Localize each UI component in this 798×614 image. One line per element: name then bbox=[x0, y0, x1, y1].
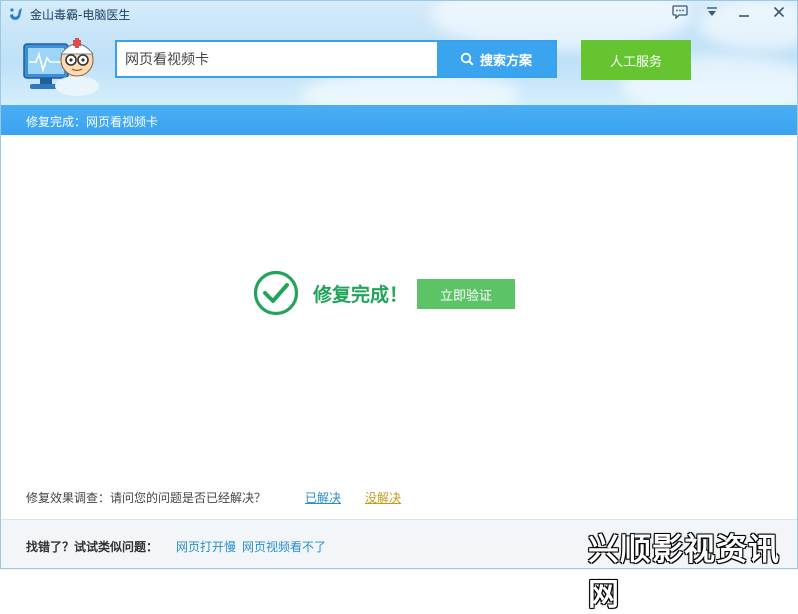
repair-status-text: 修复完成！ bbox=[313, 283, 409, 306]
human-service-button[interactable]: 人工服务 bbox=[581, 40, 691, 80]
menu-dropdown-icon[interactable] bbox=[699, 2, 725, 22]
doctor-mascot-icon bbox=[23, 38, 99, 96]
search-icon bbox=[460, 52, 474, 66]
title-bar: 金山毒霸-电脑医生 bbox=[0, 0, 798, 28]
similar-problems-label: 找错了？试试类似问题： bbox=[26, 540, 159, 554]
header: 金山毒霸-电脑医生 搜索方案 bbox=[0, 0, 798, 105]
watermark: 兴顺影视资讯网 bbox=[588, 532, 780, 613]
survey-unsolved-link[interactable]: 没解决 bbox=[365, 489, 401, 506]
similar-problem-link[interactable]: 网页视频看不了 bbox=[242, 538, 326, 555]
check-circle-icon bbox=[253, 270, 299, 316]
survey-question: 修复效果调查：请问您的问题是否已经解决？ bbox=[26, 491, 267, 505]
repair-result: 修复完成！ bbox=[253, 270, 408, 316]
app-title: 金山毒霸-电脑医生 bbox=[30, 8, 131, 22]
search-button-label: 搜索方案 bbox=[479, 53, 532, 69]
verify-now-button[interactable]: 立即验证 bbox=[417, 279, 515, 309]
search-button[interactable]: 搜索方案 bbox=[437, 42, 555, 76]
close-icon[interactable] bbox=[766, 2, 792, 22]
similar-problem-link[interactable]: 网页打开慢 bbox=[176, 538, 236, 555]
app-logo-icon bbox=[10, 8, 22, 20]
feedback-icon[interactable] bbox=[667, 2, 693, 22]
survey-solved-link[interactable]: 已解决 bbox=[305, 489, 341, 506]
breadcrumb: 修复完成：网页看视频卡 bbox=[26, 115, 159, 129]
search-input[interactable] bbox=[117, 42, 455, 76]
search-box: 搜索方案 bbox=[115, 40, 557, 78]
minimize-icon[interactable] bbox=[731, 2, 757, 22]
breadcrumb-bar: 修复完成：网页看视频卡 bbox=[0, 105, 798, 135]
